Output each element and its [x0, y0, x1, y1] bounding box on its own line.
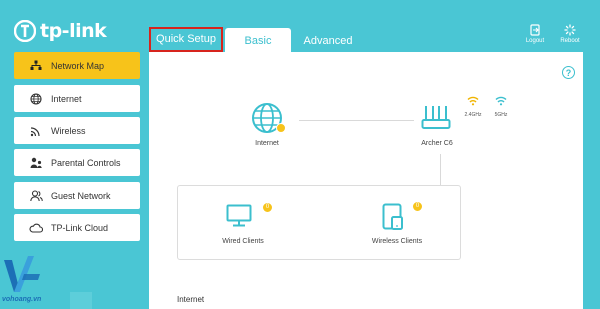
reboot-icon [564, 24, 576, 36]
band-5g-label: 5GHz [494, 112, 508, 118]
logo-text: tp-link [40, 20, 107, 42]
clients-box: 0 Wired Clients 0 Wireless Clients [177, 185, 461, 260]
help-icon[interactable]: ? [562, 66, 575, 79]
cloud-icon [29, 221, 43, 235]
reboot-label: Reboot [560, 38, 580, 44]
wireless-clients-node[interactable]: 0 [382, 201, 423, 233]
background-shape [70, 292, 92, 309]
wired-clients-label: Wired Clients [222, 238, 264, 245]
wireless-clients-count-badge: 0 [412, 201, 423, 212]
tab-quick-setup[interactable]: Quick Setup [149, 27, 223, 52]
connection-line [440, 154, 441, 185]
wired-clients-node[interactable]: 0 [226, 202, 273, 232]
sidebar-item-label: Network Map [51, 60, 105, 71]
network-map-panel: ? Internet Archer C6 2.4GHz 5GHz 0 Wired… [149, 52, 583, 309]
tab-basic[interactable]: Basic [225, 28, 291, 52]
wifi-5g-icon [495, 96, 507, 106]
band-2g-label: 2.4GHz [464, 112, 482, 118]
logout-label: Logout [525, 38, 545, 44]
sidebar-item-parental-controls[interactable]: Parental Controls [14, 149, 140, 176]
wired-clients-count-badge: 0 [262, 202, 273, 213]
router-node[interactable] [421, 104, 453, 134]
wireless-icon [29, 124, 43, 138]
wifi-2g-icon [467, 96, 479, 106]
router-icon [421, 106, 451, 129]
sidebar-item-label: Parental Controls [51, 157, 121, 168]
sidebar-item-wireless[interactable]: Wireless [14, 117, 140, 144]
section-title-internet: Internet [177, 295, 205, 304]
wireless-clients-label: Wireless Clients [371, 238, 423, 245]
sidebar-item-label: Guest Network [51, 190, 111, 201]
sidebar-item-label: TP-Link Cloud [51, 222, 109, 233]
tp-link-logo: tp-link [14, 20, 107, 42]
sidebar-item-network-map[interactable]: Network Map [14, 52, 140, 79]
logout-button[interactable]: Logout [520, 24, 550, 44]
sidebar-item-label: Wireless [51, 125, 86, 136]
connection-line [299, 120, 414, 121]
globe-icon [29, 92, 43, 106]
tp-link-logo-icon [14, 20, 36, 42]
tab-advanced[interactable]: Advanced [298, 28, 358, 54]
logout-icon [530, 24, 540, 36]
internet-label: Internet [255, 140, 279, 147]
monitor-icon [226, 204, 252, 227]
watermark-text: vohoang.vn [2, 296, 42, 303]
reboot-button[interactable]: Reboot [555, 24, 585, 44]
status-badge [276, 123, 286, 133]
band-2g[interactable]: 2.4GHz [462, 96, 484, 120]
router-label: Archer C6 [421, 140, 453, 147]
guest-network-icon [29, 189, 43, 203]
sidebar-item-internet[interactable]: Internet [14, 85, 140, 112]
band-5g[interactable]: 5GHz [491, 96, 511, 120]
parental-controls-icon [29, 156, 43, 170]
internet-node[interactable] [249, 102, 287, 136]
sidebar-item-label: Internet [51, 93, 82, 104]
sidebar-item-tp-link-cloud[interactable]: TP-Link Cloud [14, 214, 140, 241]
sidebar-item-guest-network[interactable]: Guest Network [14, 182, 140, 209]
tablet-icon [382, 203, 403, 230]
network-map-icon [29, 59, 43, 73]
